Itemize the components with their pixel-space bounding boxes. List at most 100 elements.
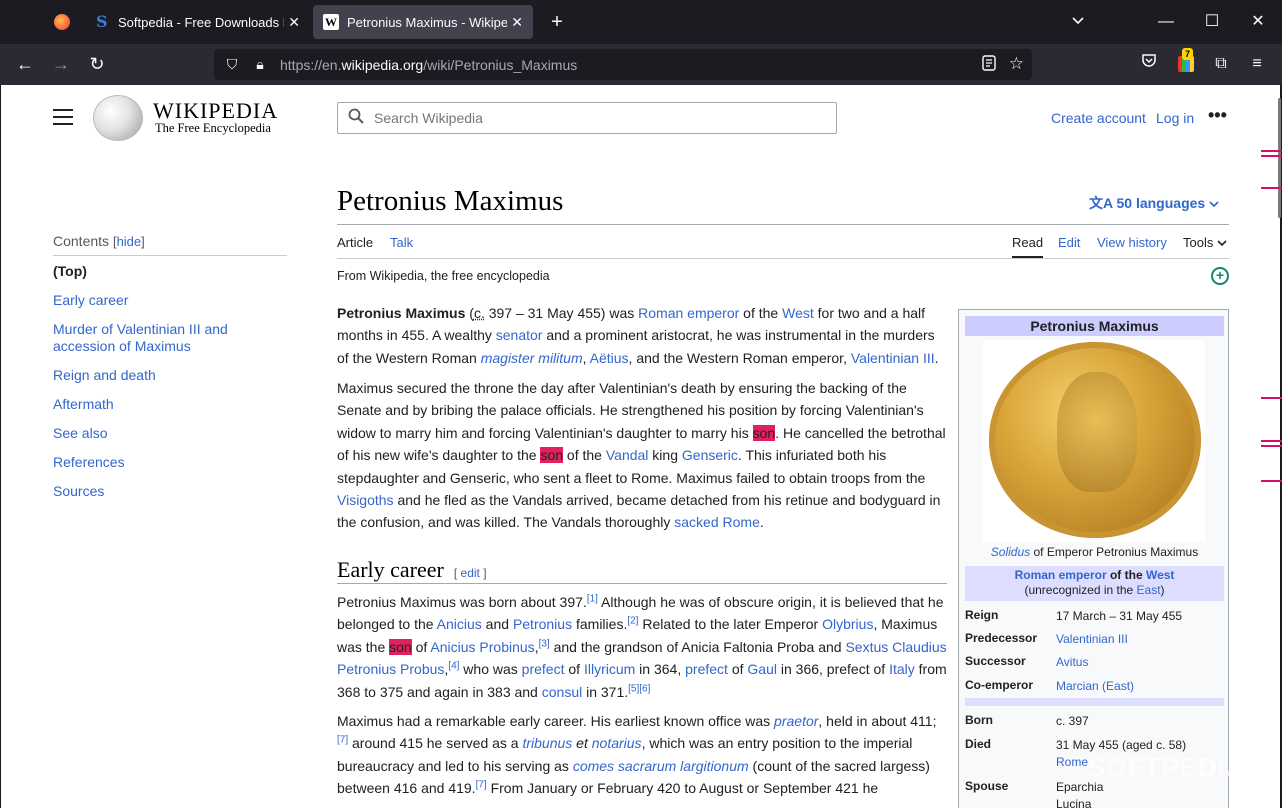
tab-view-history[interactable]: View history	[1097, 235, 1167, 250]
web-page: WIKIPEDIA The Free Encyclopedia Search W…	[1, 85, 1280, 808]
maximize-button[interactable]: ☐	[1200, 10, 1224, 34]
find-marker	[1261, 150, 1282, 152]
toc-hide-link[interactable]: hide	[117, 234, 142, 249]
list-all-tabs-button[interactable]	[1072, 12, 1084, 28]
link-genseric[interactable]: Genseric	[682, 447, 738, 463]
infobox-role: Roman emperor of the West (unrecognized …	[965, 566, 1224, 601]
close-tab-icon[interactable]: ✕	[511, 14, 523, 31]
create-account-link[interactable]: Create account	[1051, 110, 1146, 126]
section-edit-link[interactable]: edit	[461, 566, 480, 580]
search-placeholder: Search Wikipedia	[374, 110, 483, 126]
tab-article[interactable]: Article	[337, 235, 373, 250]
language-icon: 文A	[1089, 195, 1113, 211]
app-menu-icon[interactable]: ≡	[1245, 52, 1269, 76]
find-marker	[1261, 445, 1282, 447]
toc-item-see-also[interactable]: See also	[53, 425, 253, 442]
firefox-icon	[54, 14, 70, 30]
tab-title: Petronius Maximus - Wikipedia	[347, 14, 508, 30]
wikipedia-tagline: The Free Encyclopedia	[155, 121, 271, 135]
infobox-title: Petronius Maximus	[965, 316, 1224, 336]
link-sacked-rome[interactable]: sacked Rome	[674, 514, 760, 530]
close-tab-icon[interactable]: ✕	[288, 14, 300, 31]
reader-view-icon[interactable]	[982, 55, 996, 74]
tab-talk[interactable]: Talk	[390, 235, 413, 250]
navigation-toolbar: ← → ↻ ⛉ 🔒︎ https://en.wikipedia.org/wiki…	[0, 44, 1282, 85]
find-marker	[1261, 397, 1282, 399]
log-in-link[interactable]: Log in	[1156, 110, 1194, 126]
search-icon	[338, 108, 374, 129]
pocket-icon[interactable]	[1137, 52, 1161, 76]
paragraph: Maximus secured the throne the day after…	[337, 380, 946, 531]
tab-title: Softpedia - Free Downloads Enc	[118, 14, 284, 30]
emperor-portrait	[1057, 372, 1137, 492]
link-valentinian[interactable]: Valentinian III	[851, 350, 935, 366]
section-heading-early-career: Early career[ edit ]	[337, 557, 487, 582]
link-vandal[interactable]: Vandal	[606, 447, 649, 463]
more-options-icon[interactable]: •••	[1208, 105, 1227, 126]
minimize-button[interactable]: —	[1154, 10, 1178, 34]
find-marker	[1261, 155, 1282, 157]
close-window-button[interactable]: ✕	[1246, 10, 1270, 34]
chevron-down-icon	[1217, 240, 1227, 247]
find-marker	[1261, 440, 1282, 442]
page-title: Petronius Maximus	[337, 185, 564, 217]
divider	[337, 224, 1229, 225]
toc-item-reign[interactable]: Reign and death	[53, 367, 253, 384]
wikipedia-logo[interactable]	[93, 95, 143, 141]
solidus-coin	[989, 342, 1201, 538]
address-bar[interactable]: ⛉ 🔒︎ https://en.wikipedia.org/wiki/Petro…	[214, 49, 1032, 80]
link-west[interactable]: West	[782, 305, 814, 321]
toc-item-top[interactable]: (Top)	[53, 263, 253, 280]
lock-icon[interactable]: 🔒︎	[250, 56, 270, 73]
divider	[53, 255, 287, 256]
tab-read[interactable]: Read	[1012, 235, 1043, 250]
extensions-puzzle-icon[interactable]: ⧉	[1209, 52, 1233, 76]
tab-edit[interactable]: Edit	[1058, 235, 1080, 250]
forward-button[interactable]: →	[49, 52, 73, 76]
extension-icon[interactable]: 7	[1174, 48, 1198, 76]
tools-dropdown[interactable]: Tools	[1183, 235, 1227, 250]
toc-item-sources[interactable]: Sources	[53, 483, 253, 500]
languages-button[interactable]: 文A 50 languages	[1089, 193, 1219, 213]
softpedia-favicon-icon: S	[96, 12, 108, 31]
paragraph: Petronius Maximus was born about 397.[1]…	[337, 593, 947, 700]
tab-softpedia[interactable]: S Softpedia - Free Downloads Enc ✕	[86, 5, 310, 39]
new-tab-button[interactable]: +	[545, 10, 569, 34]
paragraph: Maximus had a remarkable early career. H…	[337, 713, 937, 797]
toc-item-references[interactable]: References	[53, 454, 253, 471]
chevron-down-icon	[1209, 201, 1219, 208]
site-sub: From Wikipedia, the free encyclopedia	[337, 269, 550, 283]
toc-item-early-career[interactable]: Early career	[53, 292, 253, 309]
reload-button[interactable]: ↻	[85, 52, 109, 76]
link-magister-militum[interactable]: magister militum	[481, 350, 583, 366]
main-menu-icon[interactable]	[53, 109, 73, 125]
page-scrollbar[interactable]	[1278, 98, 1281, 218]
tab-wikipedia[interactable]: W Petronius Maximus - Wikipedia ✕	[313, 5, 533, 39]
firefox-view-button[interactable]	[40, 5, 84, 39]
link-visigoths[interactable]: Visigoths	[337, 492, 394, 508]
link-senator[interactable]: senator	[496, 327, 543, 343]
divider	[337, 258, 1229, 259]
chevron-down-icon	[1072, 17, 1084, 25]
wikipedia-favicon-icon: W	[323, 14, 339, 30]
tracking-protection-shield-icon[interactable]: ⛉	[222, 56, 242, 73]
link-aetius[interactable]: Aëtius	[590, 350, 629, 366]
find-marker	[1261, 187, 1282, 189]
lead-paragraph: Petronius Maximus (c. 397 – 31 May 455) …	[337, 305, 939, 366]
tab-bar: S Softpedia - Free Downloads Enc ✕ W Pet…	[0, 0, 1282, 44]
url-text[interactable]: https://en.wikipedia.org/wiki/Petronius_…	[280, 57, 1032, 73]
bookmark-star-icon[interactable]: ☆	[1009, 54, 1024, 74]
toc-title: Contents [hide]	[53, 233, 145, 249]
back-button[interactable]: ←	[13, 52, 37, 76]
search-input[interactable]: Search Wikipedia	[337, 102, 837, 134]
divider	[337, 583, 947, 584]
extension-badge: 7	[1182, 48, 1194, 60]
coin-image[interactable]	[983, 340, 1205, 542]
add-to-watchlist-icon[interactable]: +	[1211, 267, 1229, 285]
link-roman-emperor[interactable]: Roman emperor	[638, 305, 739, 321]
toc-item-murder[interactable]: Murder of Valentinian III and accession …	[53, 321, 253, 355]
softpedia-watermark: SOFTPEDIA®	[1088, 752, 1266, 782]
image-caption: Solidus of Emperor Petronius Maximus	[990, 545, 1199, 559]
infobox: Petronius Maximus Solidus of Emperor Pet…	[958, 309, 1229, 808]
toc-item-aftermath[interactable]: Aftermath	[53, 396, 253, 413]
